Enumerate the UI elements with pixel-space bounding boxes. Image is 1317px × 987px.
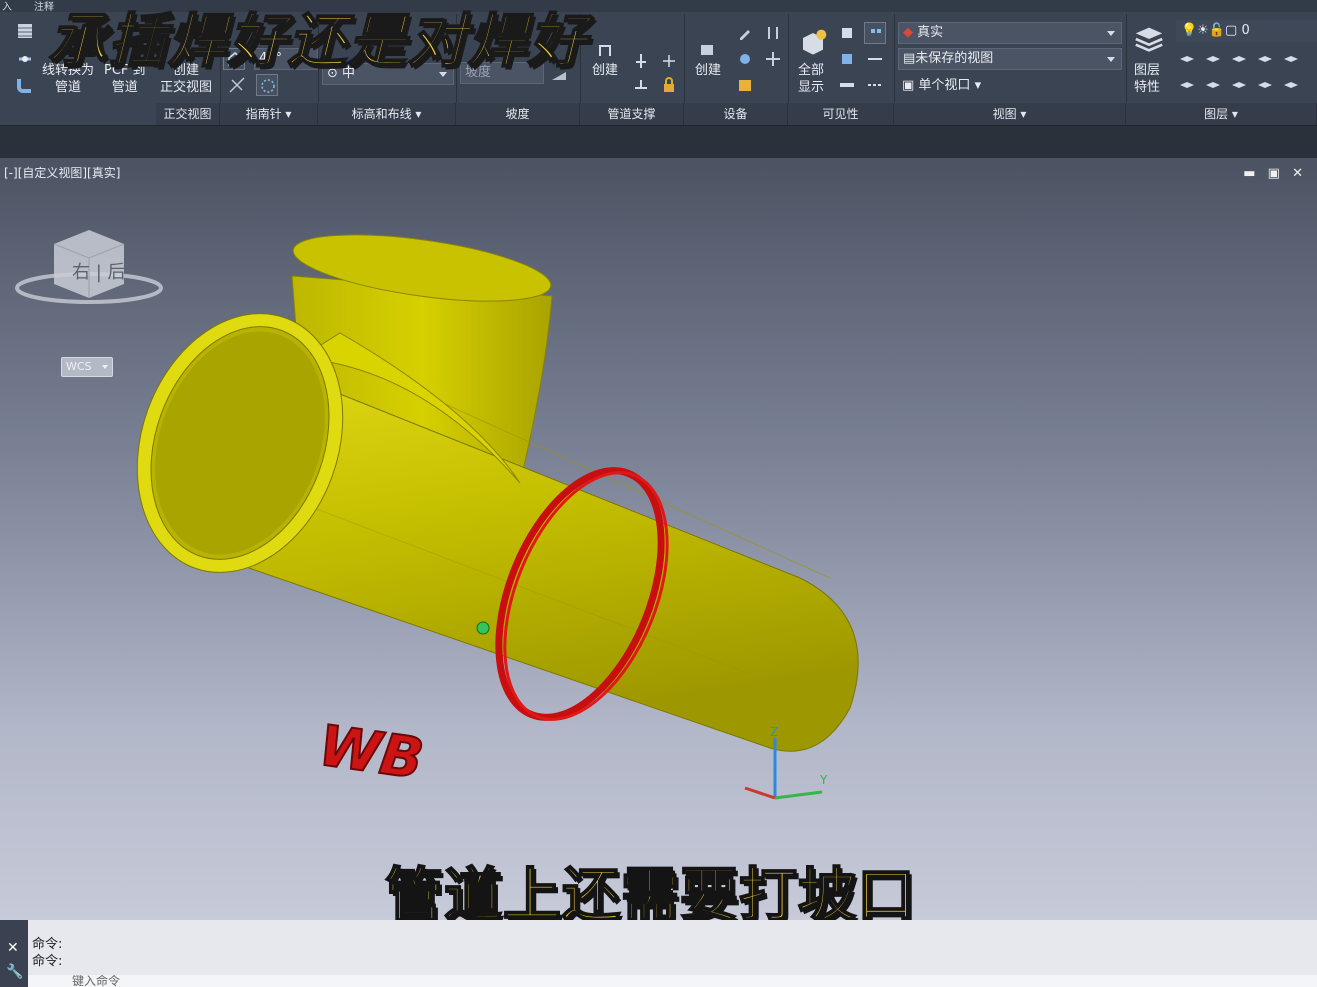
pipe-visibility-icon[interactable]: [838, 76, 856, 94]
svg-text:Y: Y: [819, 773, 828, 787]
visual-style-dropdown[interactable]: ◆ 真实: [898, 22, 1122, 44]
isolate-icon[interactable]: [838, 24, 856, 42]
layer-tool-1-icon[interactable]: [1178, 50, 1196, 68]
weld-mark-label: WB: [315, 714, 427, 793]
equipment-edit-icon[interactable]: [736, 24, 754, 42]
tab-partial[interactable]: 入: [2, 0, 12, 13]
panel-ortho-footer: 正交视图: [156, 103, 220, 125]
command-history: 命令: 命令:: [28, 920, 1317, 975]
support-shoe-icon[interactable]: [632, 76, 650, 94]
video-subtitle: 管道上还需要打坡口: [384, 860, 917, 920]
panel-support-footer: 管道支撑: [580, 103, 684, 125]
show-all-icon[interactable]: [798, 28, 828, 58]
layer-tool-4-icon[interactable]: [1256, 50, 1274, 68]
visibility-toggle-button[interactable]: [864, 22, 886, 44]
equipment-create-label[interactable]: 创建: [695, 62, 721, 79]
support-create-label[interactable]: 创建: [592, 62, 618, 79]
command-history-line: 命令:: [32, 937, 63, 952]
layer-tool-3-icon[interactable]: [1230, 50, 1248, 68]
svg-text:Z: Z: [770, 725, 778, 739]
pipe-elbow-icon[interactable]: [16, 76, 34, 94]
equipment-attach-icon[interactable]: [764, 24, 782, 42]
panel-equipment-footer: 设备: [684, 103, 788, 125]
close-icon[interactable]: ✕: [7, 940, 19, 956]
ribbon: 入 注释 线转换为 管道 PCF 到 管道 创建 正交视图 正交视图 45° 指…: [0, 0, 1317, 126]
visibility-line-icon[interactable]: [866, 50, 884, 68]
panel-elevation-footer[interactable]: 标高和布线 ▾: [318, 103, 456, 125]
command-line-grip: ✕ 🔧: [0, 920, 28, 987]
model-viewport[interactable]: [-][自定义视图][真实] ▬ ▣ ✕ 右 | 后 WCS Z Y WB 管道…: [0, 158, 1317, 920]
panel-layers-footer[interactable]: 图层 ▾: [1126, 103, 1317, 125]
support-guide-icon[interactable]: [660, 52, 678, 70]
file-tab-strip: [0, 126, 1317, 158]
layer-tool-5-icon[interactable]: [1282, 50, 1300, 68]
wrench-icon[interactable]: 🔧: [6, 964, 23, 980]
table-icon[interactable]: [16, 22, 34, 40]
layer-tool-2-icon[interactable]: [1204, 50, 1222, 68]
pipe-tee-model[interactable]: Z Y WB: [0, 158, 1317, 920]
pipe-convert-icon[interactable]: [16, 50, 34, 68]
layer-tool-6-icon[interactable]: [1178, 76, 1196, 94]
support-create-icon[interactable]: [596, 40, 614, 58]
panel-visibility-footer: 可见性: [788, 103, 894, 125]
command-line: ✕ 🔧 命令: 命令: 键入命令: [0, 920, 1317, 987]
layer-tool-7-icon[interactable]: [1204, 76, 1222, 94]
hide-icon[interactable]: [838, 50, 856, 68]
layer-dropdown[interactable]: 💡☀🔓▢ 0: [1176, 20, 1317, 42]
equipment-move-icon[interactable]: [764, 50, 782, 68]
viewport-config-button[interactable]: ▣ 单个视口 ▾: [902, 77, 981, 94]
panel-slope-footer: 坡度: [456, 103, 580, 125]
video-title-overlay: 承插焊好还是对焊好: [47, 6, 589, 76]
show-all-label[interactable]: 全部 显示: [798, 62, 824, 96]
panel-view-footer[interactable]: 视图 ▾: [894, 103, 1126, 125]
panel-compass-footer[interactable]: 指南针 ▾: [220, 103, 318, 125]
support-anchor-icon[interactable]: [632, 52, 650, 70]
command-input[interactable]: 键入命令: [28, 975, 1317, 987]
layer-tool-10-icon[interactable]: [1282, 76, 1300, 94]
support-lock-icon[interactable]: [660, 76, 678, 94]
layer-properties-icon[interactable]: [1132, 22, 1166, 56]
command-history-line: 命令:: [32, 954, 63, 969]
layer-tool-8-icon[interactable]: [1230, 76, 1248, 94]
equipment-create-icon[interactable]: [698, 40, 716, 58]
visibility-dash-icon[interactable]: [866, 76, 884, 94]
named-view-dropdown[interactable]: ▤未保存的视图: [898, 48, 1122, 70]
snap-angle-icon[interactable]: [228, 76, 246, 94]
equipment-tag-icon[interactable]: [736, 76, 754, 94]
layer-tool-9-icon[interactable]: [1256, 76, 1274, 94]
layer-properties-label[interactable]: 图层 特性: [1134, 62, 1160, 96]
equipment-nozzle-icon[interactable]: [736, 50, 754, 68]
